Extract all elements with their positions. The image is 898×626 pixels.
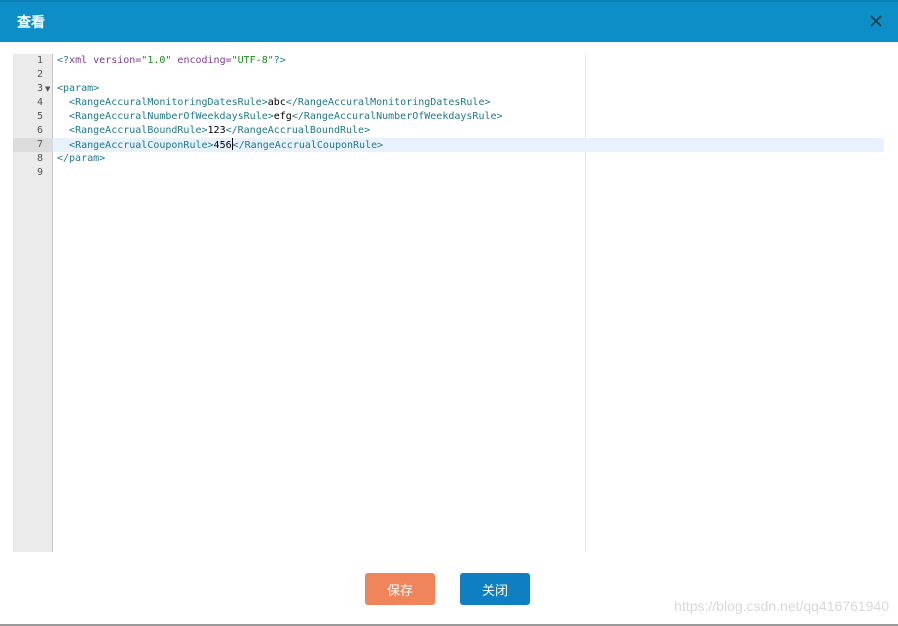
code-area[interactable]: <?xml version="1.0" encoding="UTF-8"?> <…: [53, 54, 884, 552]
xml-code-editor[interactable]: 1 2 3 ▼ 4 5 6 7 8 9 <?xml version="1.0" …: [13, 54, 884, 552]
close-button[interactable]: 关闭: [460, 573, 530, 605]
code-line-4: <RangeAccuralMonitoringDatesRule>abc</Ra…: [69, 97, 491, 108]
code-line-3: <param>: [57, 83, 100, 94]
fold-toggle-icon[interactable]: ▼: [45, 82, 50, 96]
titlebar-top-strip: [0, 0, 898, 2]
line-number-gutter: 1 2 3 ▼ 4 5 6 7 8 9: [13, 54, 53, 552]
line-number: 5: [36, 111, 43, 122]
save-button[interactable]: 保存: [365, 573, 435, 605]
line-number: 1: [36, 55, 43, 66]
line-number: 9: [36, 167, 43, 178]
code-line-7-active: <RangeAccrualCouponRule>456</RangeAccrua…: [53, 138, 884, 152]
close-icon[interactable]: [868, 13, 884, 29]
line-number: 8: [36, 153, 43, 164]
line-number-active: 7: [13, 138, 53, 152]
code-line-5: <RangeAccuralNumberOfWeekdaysRule>efg</R…: [69, 111, 503, 122]
line-number: 4: [36, 97, 43, 108]
line-number: 2: [36, 69, 43, 80]
watermark-text: https://blog.csdn.net/qq416761940: [674, 598, 889, 614]
close-icon-glyph: [870, 15, 882, 27]
line-number: 6: [36, 125, 43, 136]
line-number: 3: [36, 83, 43, 94]
code-line-8: </param>: [57, 153, 106, 164]
dialog-titlebar: 查看: [0, 0, 898, 42]
code-line-1: <?xml version="1.0" encoding="UTF-8"?>: [57, 55, 286, 66]
dialog-title: 查看: [17, 15, 45, 31]
view-dialog: 查看 1 2 3 ▼ 4 5 6 7 8 9 <?xml version="1.…: [0, 0, 898, 626]
code-line-6: <RangeAccrualBoundRule>123</RangeAccrual…: [69, 125, 371, 136]
